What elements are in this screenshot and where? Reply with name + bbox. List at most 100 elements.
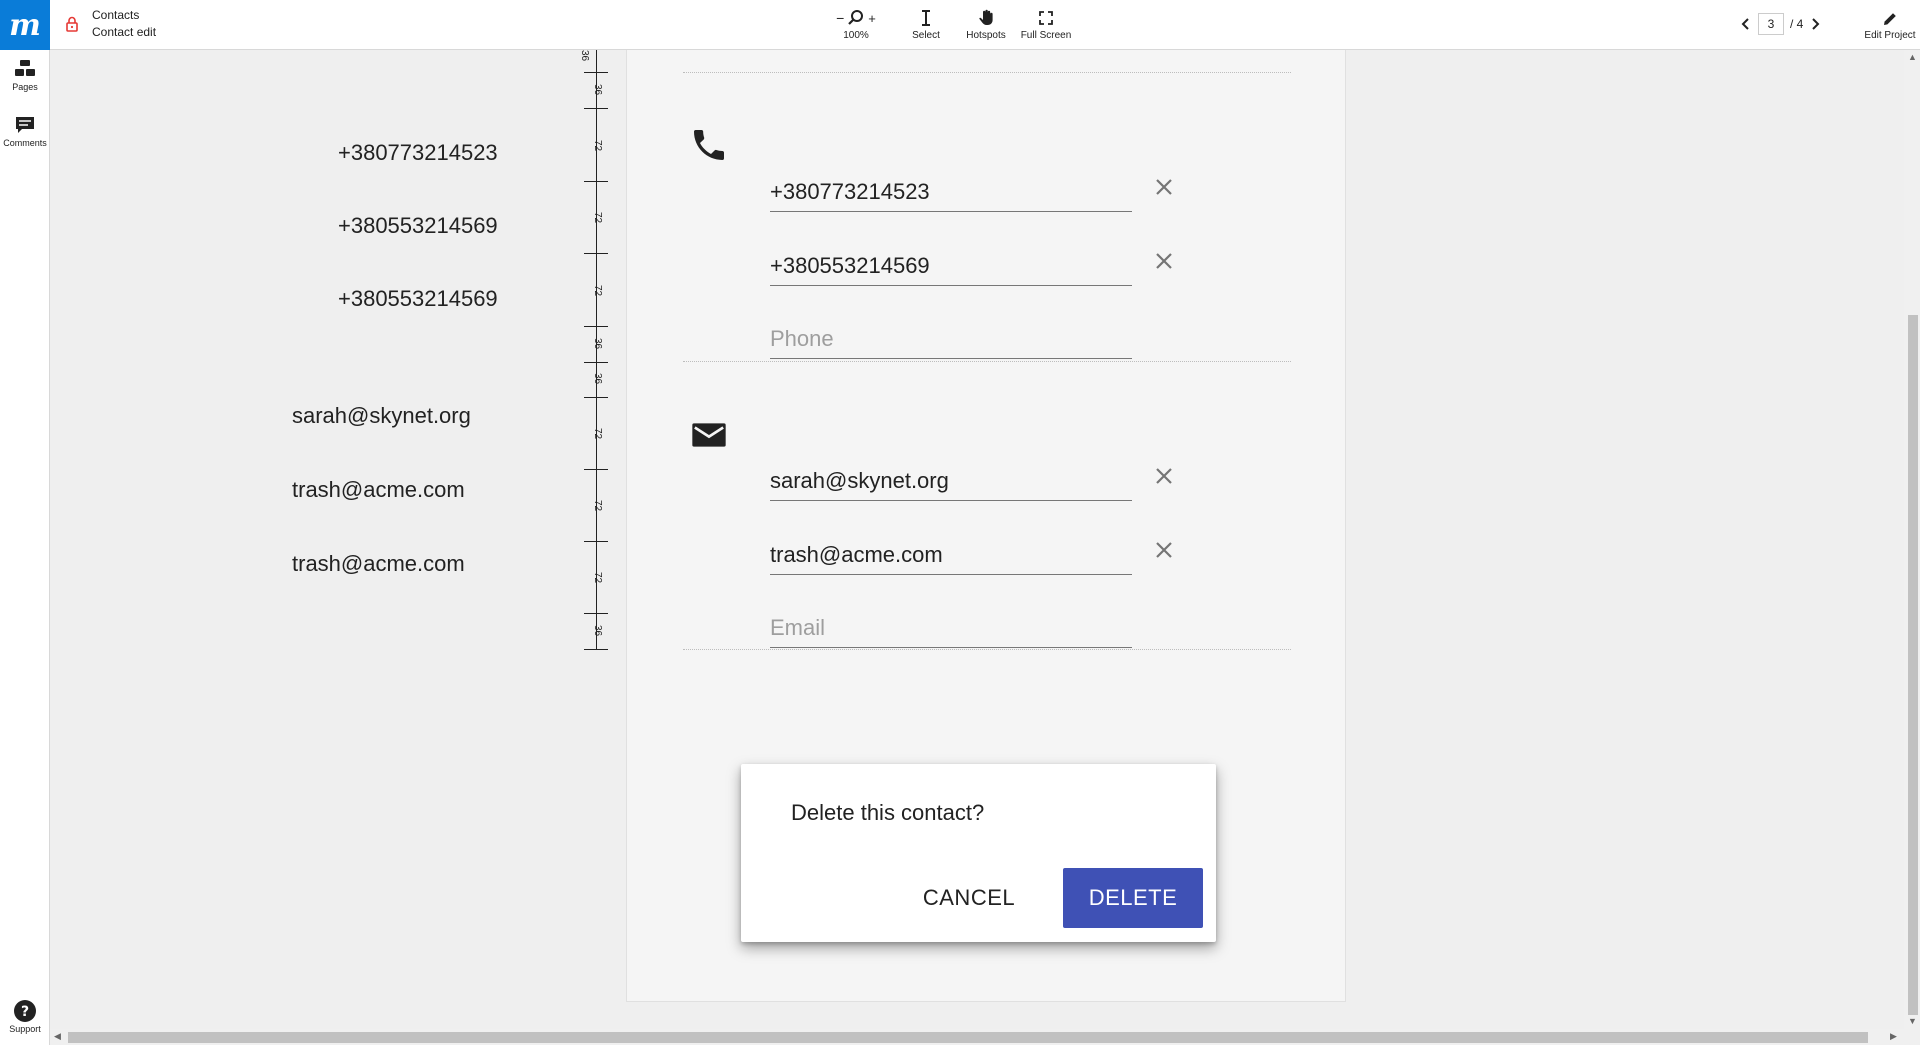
- phone-icon: [694, 130, 724, 160]
- page-number-input[interactable]: 3: [1758, 13, 1784, 35]
- fullscreen-label: Full Screen: [1020, 30, 1072, 41]
- email-field-1[interactable]: sarah@skynet.org: [770, 451, 1132, 501]
- close-icon[interactable]: [1154, 177, 1174, 197]
- fullscreen-icon: [1039, 11, 1053, 25]
- close-icon[interactable]: [1154, 540, 1174, 560]
- page-pager: 3 / 4: [1740, 12, 1821, 36]
- text-cursor-icon: [922, 10, 930, 26]
- phone-placeholder: Phone: [770, 326, 834, 351]
- email-field-value: sarah@skynet.org: [770, 468, 949, 493]
- sidebar-support-label: Support: [9, 1024, 41, 1034]
- scroll-right-icon[interactable]: ▶: [1890, 1031, 1897, 1042]
- breadcrumb-page: Contact edit: [92, 25, 157, 39]
- vertical-scroll-thumb[interactable]: [1908, 315, 1918, 1015]
- annotation-phone-2: +380553214569: [338, 213, 498, 238]
- hotspots-tool[interactable]: Hotspots: [956, 6, 1016, 41]
- horizontal-scrollbar[interactable]: ◀ ▶: [50, 1029, 1920, 1045]
- ruler-tick: [584, 326, 608, 327]
- zoom-out-button[interactable]: −: [836, 10, 844, 26]
- cancel-button[interactable]: CANCEL: [907, 868, 1031, 928]
- phone-input-empty[interactable]: Phone: [770, 309, 1132, 359]
- ruler-label: 36: [592, 625, 603, 637]
- top-toolbar: m Contacts Contact edit − + 100% Select …: [0, 0, 1920, 50]
- ruler-label: 36: [592, 373, 603, 385]
- vertical-scrollbar[interactable]: ▲ ▼: [1904, 50, 1920, 1031]
- ruler-label: 72: [592, 140, 603, 152]
- horizontal-scroll-thumb[interactable]: [68, 1032, 1868, 1043]
- ruler-tick: [584, 613, 608, 614]
- annotation-email-3: trash@acme.com: [292, 551, 465, 576]
- annotation-phone-1: +380773214523: [338, 140, 498, 165]
- divider: [683, 361, 1291, 362]
- delete-button[interactable]: DELETE: [1063, 868, 1203, 928]
- ruler-label: 72: [592, 428, 603, 440]
- ruler-tick: [584, 397, 608, 398]
- app-logo[interactable]: m: [0, 0, 50, 50]
- email-field-2[interactable]: trash@acme.com: [770, 525, 1132, 575]
- pages-icon: [15, 60, 35, 76]
- ruler-tick: [584, 362, 608, 363]
- zoom-icon: [848, 10, 864, 25]
- phone-field-value: +380553214569: [770, 253, 930, 278]
- edit-project-button[interactable]: Edit Project: [1860, 8, 1920, 41]
- left-sidebar: Pages Comments ? Support: [0, 50, 50, 1045]
- hotspots-label: Hotspots: [966, 30, 1006, 41]
- divider: [683, 649, 1291, 650]
- ruler-tick: [584, 649, 608, 650]
- ruler-label: 36: [592, 338, 603, 350]
- email-placeholder: Email: [770, 615, 826, 640]
- chevron-right-icon[interactable]: [1809, 17, 1821, 31]
- page-total: / 4: [1790, 17, 1804, 31]
- ruler-label: 72: [592, 572, 603, 584]
- delete-confirm-dialog: Delete this contact? CANCEL DELETE: [741, 764, 1216, 942]
- edit-project-label: Edit Project: [1864, 30, 1916, 41]
- breadcrumb-project[interactable]: Contacts: [92, 7, 156, 24]
- ruler-label: 72: [592, 500, 603, 512]
- sidebar-item-pages[interactable]: Pages: [0, 56, 50, 92]
- ruler-label: 72: [592, 285, 603, 297]
- ruler-tick: [584, 253, 608, 254]
- scroll-down-icon[interactable]: ▼: [1908, 1016, 1917, 1026]
- help-icon: ?: [14, 1000, 36, 1022]
- chevron-left-icon[interactable]: [1740, 17, 1752, 31]
- ruler-tick: [584, 181, 608, 182]
- close-icon[interactable]: [1154, 251, 1174, 271]
- ruler-label: 72: [592, 212, 603, 224]
- phone-field-1[interactable]: +380773214523: [770, 162, 1132, 212]
- zoom-level: 100%: [843, 30, 869, 41]
- hand-pointer-icon: [979, 9, 993, 25]
- zoom-control[interactable]: − + 100%: [828, 6, 884, 41]
- ruler-tick: [584, 72, 608, 73]
- scroll-up-icon[interactable]: ▲: [1908, 52, 1917, 62]
- comments-icon: [16, 117, 34, 133]
- breadcrumb: Contacts Contact edit: [92, 7, 156, 41]
- select-label: Select: [912, 30, 940, 41]
- pencil-icon: [1884, 13, 1896, 25]
- annotation-phone-3: +380553214569: [338, 286, 498, 311]
- ruler-label: 36: [579, 50, 590, 62]
- svg-text:?: ?: [21, 1004, 29, 1020]
- ruler-tick: [584, 469, 608, 470]
- sidebar-pages-label: Pages: [12, 82, 38, 92]
- email-input-empty[interactable]: Email: [770, 598, 1132, 648]
- sidebar-comments-label: Comments: [3, 138, 47, 148]
- annotation-email-2: trash@acme.com: [292, 477, 465, 502]
- dialog-title: Delete this contact?: [791, 800, 985, 825]
- email-icon: [692, 423, 726, 447]
- scroll-left-icon[interactable]: ◀: [54, 1031, 61, 1042]
- zoom-in-button[interactable]: +: [868, 11, 876, 26]
- ruler-tick: [584, 108, 608, 109]
- fullscreen-tool[interactable]: Full Screen: [1012, 6, 1080, 41]
- ruler-tick: [584, 541, 608, 542]
- phone-field-value: +380773214523: [770, 179, 930, 204]
- sidebar-item-support[interactable]: ? Support: [0, 998, 50, 1034]
- close-icon[interactable]: [1154, 466, 1174, 486]
- lock-icon: [66, 16, 78, 32]
- divider: [683, 72, 1291, 73]
- select-tool[interactable]: Select: [898, 6, 954, 41]
- email-field-value: trash@acme.com: [770, 542, 943, 567]
- annotation-email-1: sarah@skynet.org: [292, 403, 471, 428]
- ruler-label: 36: [592, 84, 603, 96]
- phone-field-2[interactable]: +380553214569: [770, 236, 1132, 286]
- sidebar-item-comments[interactable]: Comments: [0, 112, 50, 148]
